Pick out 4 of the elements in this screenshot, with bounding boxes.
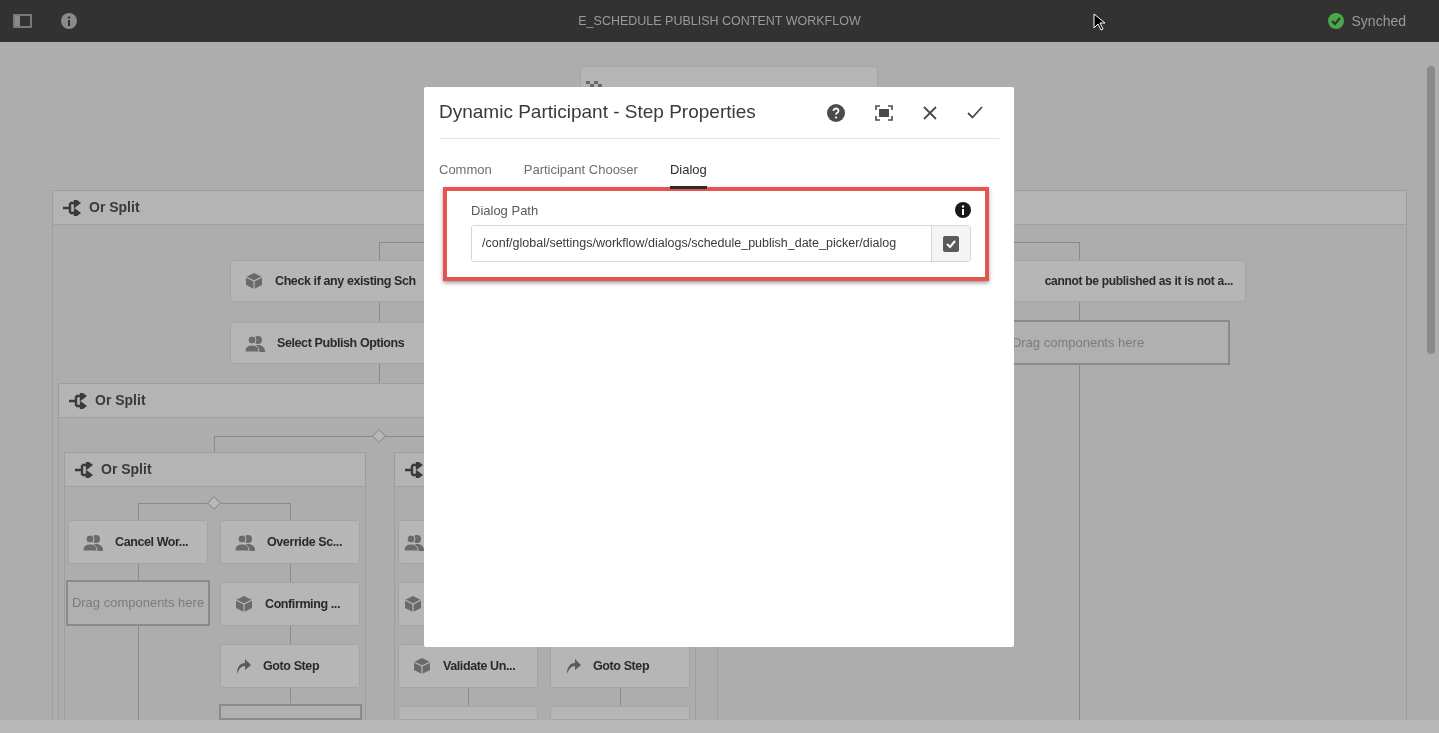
field-label: Dialog Path [471,201,539,220]
workflow-title: E_SCHEDULE PUBLISH CONTENT WORKFLOW [578,12,861,30]
sync-status: Synched [1351,11,1406,31]
dialog-title: Dynamic Participant - Step Properties [439,100,756,125]
